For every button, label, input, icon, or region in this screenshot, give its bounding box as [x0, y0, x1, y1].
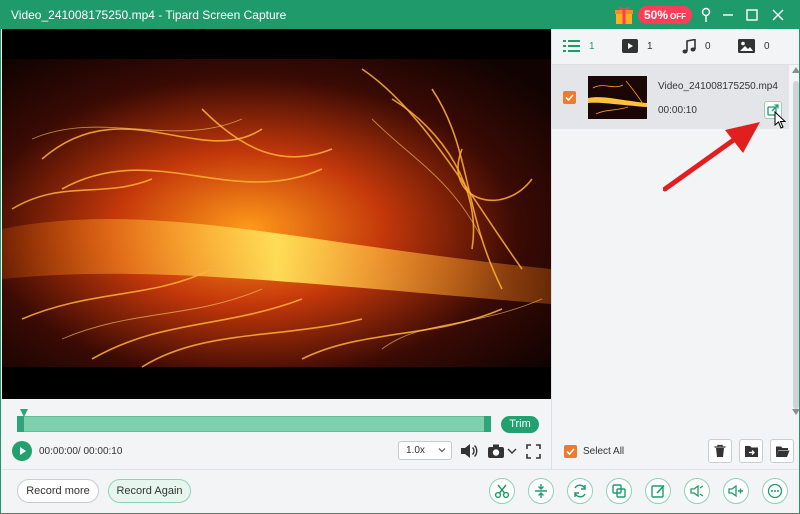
move-to-folder-icon: [744, 446, 758, 457]
recording-duration: 00:00:10: [658, 105, 697, 116]
snapshot-icon[interactable]: [487, 441, 505, 461]
promo-banner[interactable]: 50% OFF: [613, 3, 693, 27]
select-all-label: Select All: [583, 446, 625, 457]
gift-icon: [615, 6, 633, 24]
fullscreen-icon[interactable]: [526, 441, 541, 461]
move-to-folder-button[interactable]: [739, 439, 763, 463]
edit-icon[interactable]: [645, 478, 671, 504]
select-all-checkbox[interactable]: [564, 445, 577, 458]
list-icon: [563, 40, 580, 52]
recordings-panel: 1 1 0 0 Video_241008175250.mp4 00:00:10 …: [551, 29, 800, 469]
select-all-option[interactable]: Select All: [564, 445, 624, 458]
window-title: Video_241008175250.mp4 - Tipard Screen C…: [11, 8, 287, 22]
checkmark-icon: [566, 448, 575, 456]
trim-start-handle[interactable]: [17, 416, 24, 432]
speed-select[interactable]: 1.0x: [398, 441, 452, 460]
scroll-down-arrow-icon[interactable]: [792, 409, 800, 415]
title-bar: Video_241008175250.mp4 - Tipard Screen C…: [1, 1, 799, 29]
video-icon: [622, 39, 638, 53]
more-icon[interactable]: [762, 478, 788, 504]
media-type-tabs: 1 1 0 0: [552, 29, 799, 65]
item-checkbox[interactable]: [563, 91, 576, 104]
volume-icon[interactable]: [459, 441, 479, 461]
discount-off-label: OFF: [670, 12, 687, 21]
tab-all[interactable]: 1: [563, 39, 595, 53]
video-thumbnail[interactable]: [588, 76, 647, 119]
trim-end-handle[interactable]: [484, 416, 491, 432]
delete-button[interactable]: [708, 439, 732, 463]
video-frame: [2, 29, 551, 399]
convert-icon[interactable]: [567, 478, 593, 504]
app-window: Video_241008175250.mp4 - Tipard Screen C…: [0, 0, 800, 514]
discount-badge: 50% OFF: [638, 6, 693, 24]
music-icon: [682, 39, 696, 54]
open-folder-button[interactable]: [770, 439, 794, 463]
tab-audio-count: 0: [705, 41, 711, 52]
tab-image[interactable]: 0: [738, 39, 770, 53]
speed-value: 1.0x: [406, 445, 425, 456]
tab-video-count: 1: [647, 40, 653, 52]
pin-icon[interactable]: [695, 5, 717, 25]
bottom-divider: [2, 469, 799, 470]
snapshot-options-chevron-icon[interactable]: [507, 441, 517, 461]
scissors-icon[interactable]: [489, 478, 515, 504]
merge-icon[interactable]: [606, 478, 632, 504]
video-preview[interactable]: [2, 29, 551, 399]
play-button[interactable]: [12, 441, 32, 461]
minimize-icon[interactable]: [717, 5, 739, 25]
panel-scrollbar[interactable]: [793, 81, 799, 409]
volume-boost-icon[interactable]: [723, 478, 749, 504]
delete-icon: [714, 444, 726, 457]
audio-icon[interactable]: [684, 478, 710, 504]
tab-image-count: 0: [764, 40, 770, 52]
mouse-cursor-icon: [774, 111, 786, 129]
scroll-up-arrow-icon[interactable]: [792, 67, 800, 73]
tab-all-count: 1: [589, 40, 595, 52]
record-again-button[interactable]: Record Again: [108, 479, 191, 503]
recording-filename: Video_241008175250.mp4: [658, 81, 778, 92]
tab-video[interactable]: 1: [622, 39, 653, 53]
open-folder-icon: [775, 446, 789, 457]
image-icon: [738, 39, 755, 53]
discount-value: 50%: [644, 8, 669, 22]
tab-audio[interactable]: 0: [682, 39, 711, 54]
timeline-bar[interactable]: [17, 416, 491, 432]
annotation-arrow-icon: [663, 122, 760, 192]
split-icon[interactable]: [528, 478, 554, 504]
playback-time: 00:00:00/ 00:00:10: [39, 446, 123, 457]
checkmark-icon: [565, 94, 574, 102]
chevron-down-icon: [438, 448, 446, 453]
close-icon[interactable]: [767, 5, 789, 25]
trim-button[interactable]: Trim: [501, 416, 539, 433]
maximize-icon[interactable]: [741, 5, 763, 25]
record-more-button[interactable]: Record more: [17, 479, 99, 503]
play-icon: [20, 447, 26, 455]
